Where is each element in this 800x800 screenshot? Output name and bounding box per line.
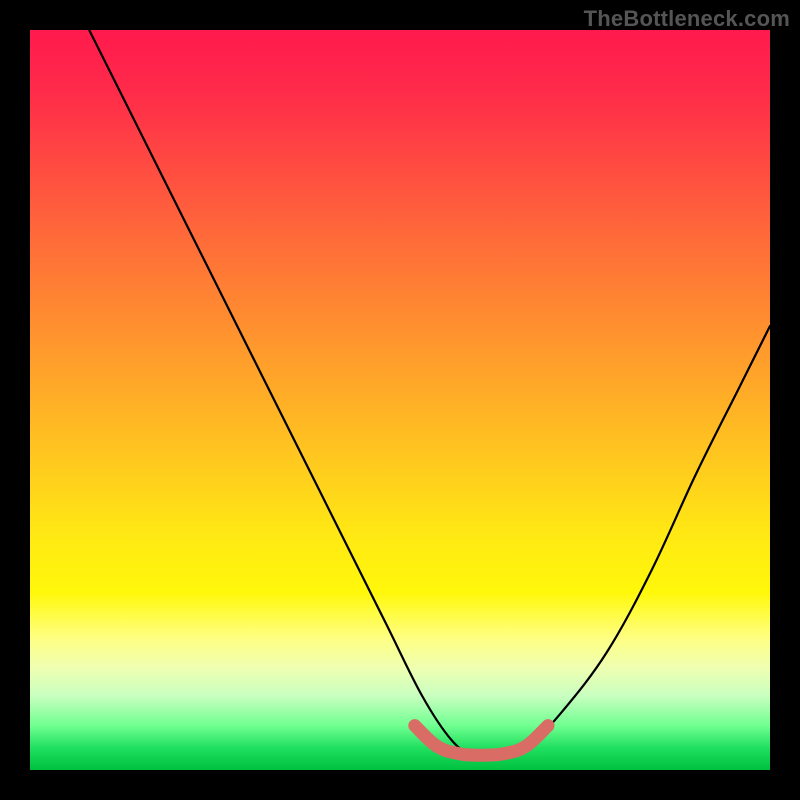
chart-container: TheBottleneck.com (0, 0, 800, 800)
watermark-text: TheBottleneck.com (584, 6, 790, 32)
optimal-range-marker (415, 726, 548, 756)
bottleneck-curve (89, 30, 770, 757)
plot-area (30, 30, 770, 770)
chart-svg (30, 30, 770, 770)
